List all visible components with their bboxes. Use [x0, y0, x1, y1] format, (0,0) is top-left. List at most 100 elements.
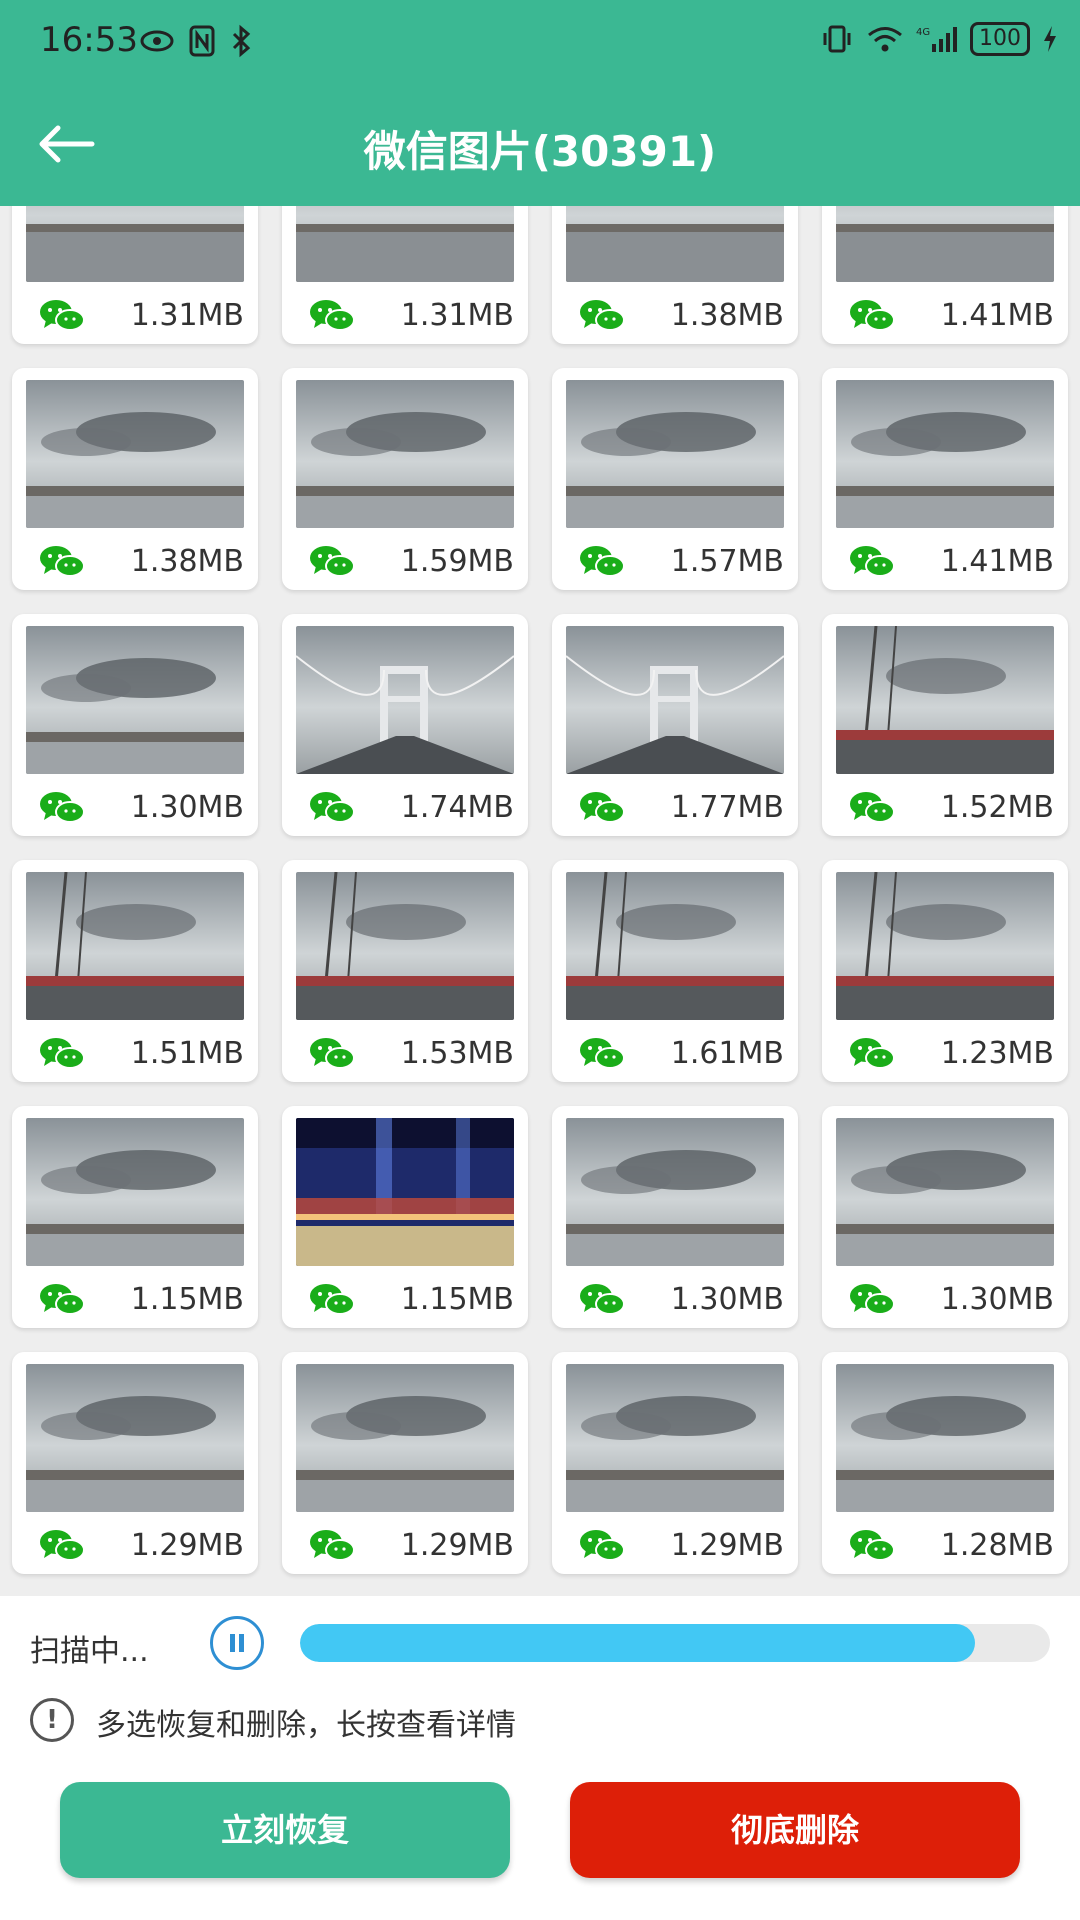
- image-thumbnail[interactable]: [26, 626, 244, 774]
- image-thumbnail[interactable]: [296, 206, 514, 282]
- image-thumbnail[interactable]: [836, 1118, 1054, 1266]
- wechat-icon: [308, 1528, 356, 1562]
- svg-text:4G: 4G: [916, 27, 930, 38]
- image-card[interactable]: 1.29MB: [282, 1352, 528, 1574]
- image-thumbnail[interactable]: [26, 872, 244, 1020]
- image-card[interactable]: 1.29MB: [12, 1352, 258, 1574]
- image-card[interactable]: 1.30MB: [12, 614, 258, 836]
- image-card[interactable]: 1.57MB: [552, 368, 798, 590]
- image-thumbnail[interactable]: [296, 380, 514, 528]
- image-thumbnail[interactable]: [836, 206, 1054, 282]
- image-thumbnail[interactable]: [836, 1364, 1054, 1512]
- wechat-icon: [578, 1282, 626, 1316]
- info-icon: !: [30, 1698, 74, 1742]
- vibrate-icon: [823, 25, 851, 53]
- file-size: 1.29MB: [400, 1528, 514, 1563]
- wechat-icon: [38, 1528, 86, 1562]
- image-thumbnail[interactable]: [26, 206, 244, 282]
- image-thumbnail[interactable]: [26, 380, 244, 528]
- image-card[interactable]: 1.30MB: [822, 1106, 1068, 1328]
- app-header: 16:53 4G 100 微信图片(30391): [0, 0, 1080, 206]
- file-size: 1.52MB: [940, 790, 1054, 825]
- image-thumbnail[interactable]: [296, 1118, 514, 1266]
- image-card[interactable]: 1.61MB: [552, 860, 798, 1082]
- image-card[interactable]: 1.51MB: [12, 860, 258, 1082]
- image-thumbnail[interactable]: [296, 1364, 514, 1512]
- scan-progress-bar: [300, 1624, 1050, 1662]
- image-card[interactable]: 1.53MB: [282, 860, 528, 1082]
- page-title: 微信图片(30391): [363, 127, 717, 176]
- signal-icon: 4G: [916, 27, 957, 52]
- charging-icon: [1044, 26, 1056, 52]
- image-card[interactable]: 1.30MB: [552, 1106, 798, 1328]
- file-size: 1.38MB: [670, 298, 784, 333]
- image-thumbnail[interactable]: [296, 872, 514, 1020]
- file-size: 1.15MB: [130, 1282, 244, 1317]
- image-card[interactable]: 1.41MB: [822, 206, 1068, 344]
- file-size: 1.53MB: [400, 1036, 514, 1071]
- image-card[interactable]: 1.31MB: [282, 206, 528, 344]
- image-card[interactable]: 1.38MB: [552, 206, 798, 344]
- scan-progress-fill: [300, 1624, 975, 1662]
- image-card[interactable]: 1.38MB: [12, 368, 258, 590]
- image-thumbnail[interactable]: [26, 1118, 244, 1266]
- image-card[interactable]: 1.28MB: [822, 1352, 1068, 1574]
- image-card[interactable]: 1.29MB: [552, 1352, 798, 1574]
- file-size: 1.15MB: [400, 1282, 514, 1317]
- file-size: 1.29MB: [670, 1528, 784, 1563]
- image-thumbnail[interactable]: [836, 872, 1054, 1020]
- wechat-icon: [38, 1036, 86, 1070]
- image-thumbnail[interactable]: [566, 206, 784, 282]
- file-size: 1.41MB: [940, 298, 1054, 333]
- image-grid: 1.31MB 1.31MB 1.38MB 1.41MB 1.38MB 1.59MB 1.57…: [0, 206, 1080, 1574]
- file-size: 1.74MB: [400, 790, 514, 825]
- wechat-icon: [38, 1282, 86, 1316]
- status-left-icons: [140, 24, 252, 58]
- image-card[interactable]: 1.41MB: [822, 368, 1068, 590]
- wechat-icon: [578, 298, 626, 332]
- delete-button[interactable]: 彻底删除: [570, 1782, 1020, 1878]
- image-card[interactable]: 1.15MB: [282, 1106, 528, 1328]
- pause-icon[interactable]: [210, 1616, 264, 1670]
- file-size: 1.29MB: [130, 1528, 244, 1563]
- file-size: 1.59MB: [400, 544, 514, 579]
- file-size: 1.51MB: [130, 1036, 244, 1071]
- image-card[interactable]: 1.52MB: [822, 614, 1068, 836]
- image-thumbnail[interactable]: [566, 872, 784, 1020]
- bottom-panel: 扫描中... ! 多选恢复和删除，长按查看详情 立刻恢复 彻底删除: [0, 1596, 1080, 1920]
- image-thumbnail[interactable]: [566, 626, 784, 774]
- status-time: 16:53: [40, 20, 138, 60]
- image-card[interactable]: 1.74MB: [282, 614, 528, 836]
- wechat-icon: [848, 298, 896, 332]
- tip-text: 多选恢复和删除，长按查看详情: [96, 1708, 516, 1743]
- image-card[interactable]: 1.77MB: [552, 614, 798, 836]
- image-thumbnail[interactable]: [836, 380, 1054, 528]
- wechat-icon: [308, 1036, 356, 1070]
- wechat-icon: [38, 790, 86, 824]
- wechat-icon: [308, 1282, 356, 1316]
- nfc-icon: [189, 25, 215, 57]
- wechat-icon: [38, 298, 86, 332]
- wifi-icon: [868, 27, 902, 52]
- image-card[interactable]: 1.31MB: [12, 206, 258, 344]
- image-grid-scroll[interactable]: 1.31MB 1.31MB 1.38MB 1.41MB 1.38MB 1.59MB 1.57…: [0, 206, 1080, 1596]
- file-size: 1.30MB: [130, 790, 244, 825]
- image-thumbnail[interactable]: [566, 1118, 784, 1266]
- wechat-icon: [308, 790, 356, 824]
- file-size: 1.23MB: [940, 1036, 1054, 1071]
- file-size: 1.41MB: [940, 544, 1054, 579]
- image-thumbnail[interactable]: [566, 380, 784, 528]
- image-card[interactable]: 1.23MB: [822, 860, 1068, 1082]
- eye-icon: [140, 30, 174, 52]
- image-card[interactable]: 1.15MB: [12, 1106, 258, 1328]
- restore-button[interactable]: 立刻恢复: [60, 1782, 510, 1878]
- image-thumbnail[interactable]: [566, 1364, 784, 1512]
- wechat-icon: [848, 1528, 896, 1562]
- battery-indicator: 100: [970, 22, 1030, 56]
- image-thumbnail[interactable]: [296, 626, 514, 774]
- image-card[interactable]: 1.59MB: [282, 368, 528, 590]
- image-thumbnail[interactable]: [836, 626, 1054, 774]
- wechat-icon: [308, 298, 356, 332]
- image-thumbnail[interactable]: [26, 1364, 244, 1512]
- wechat-icon: [848, 1036, 896, 1070]
